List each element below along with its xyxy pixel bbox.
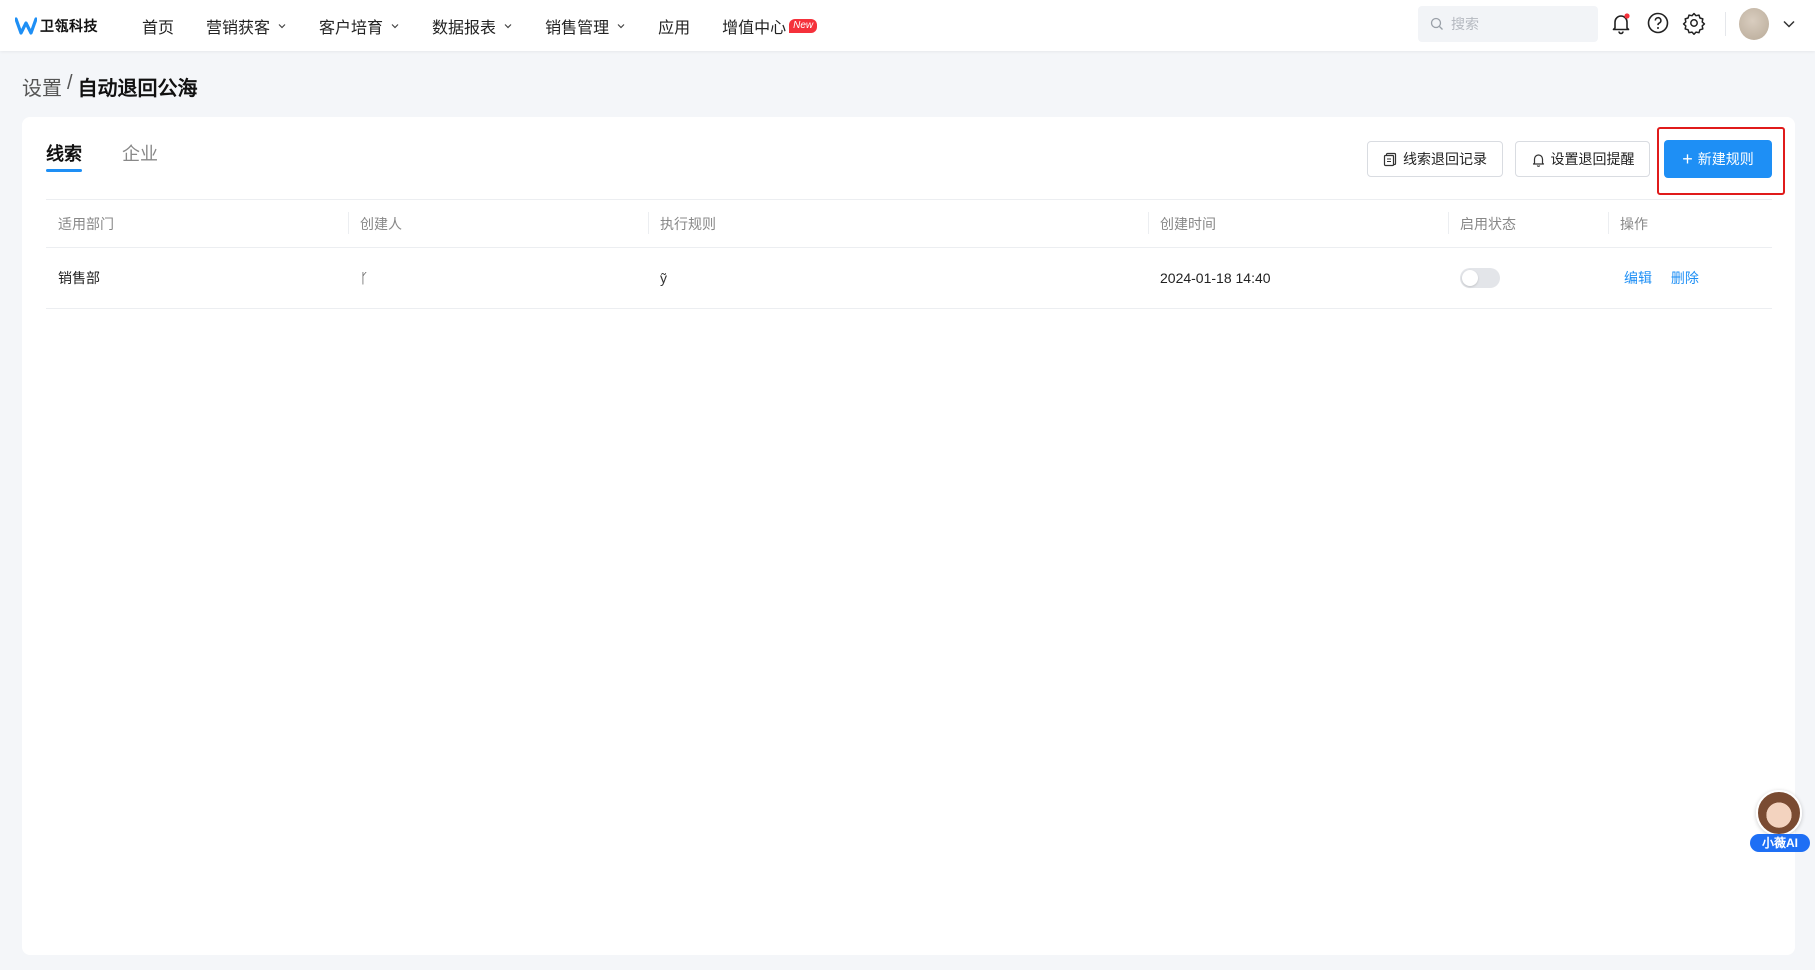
col-header-created-at: 创建时间 [1148,211,1448,234]
logo[interactable]: 卫瓴科技 [15,16,115,36]
nav-item-nurture[interactable]: 客户培育 [319,14,400,38]
assistant-avatar [1756,790,1802,836]
chevron-down-icon[interactable] [1782,17,1796,31]
nav-label: 数据报表 [432,19,497,37]
content-card: 线索 企业 线索退回记录 设置退回提醒 + 新建规则 适用部门 创建人 执行规则… [22,117,1795,955]
col-header-department: 适用部门 [58,215,114,232]
search-box[interactable] [1418,6,1598,42]
return-reminder-button[interactable]: 设置退回提醒 [1515,141,1650,177]
chevron-down-icon [391,23,399,28]
top-navbar: 卫瓴科技 首页 营销获客 客户培育 数据报表 销售管理 应用 增值中心 New [0,0,1815,51]
logo-text: 卫瓴科技 [40,17,98,34]
cell-actions: 编辑 删除 [1608,268,1772,288]
table-row: 销售部 ᚴ ỹ 2024-01-18 14:40 编辑 删除 [46,247,1772,309]
button-label: 线索退回记录 [1403,151,1487,167]
return-records-button[interactable]: 线索退回记录 [1367,141,1503,177]
bell-icon [1532,153,1544,167]
button-label: 设置退回提醒 [1550,151,1635,167]
nav-label: 客户培育 [319,19,384,37]
enable-toggle[interactable] [1460,268,1500,288]
new-badge: New [789,18,818,33]
nav-label: 首页 [142,19,175,37]
tab-bar: 线索 企业 [46,140,198,172]
assistant-label: 小薇AI [1750,834,1810,852]
plus-icon: + [1682,149,1693,169]
cell-department: 销售部 [58,270,100,286]
breadcrumb: 设置 / 自动退回公海 [22,72,198,101]
col-header-creator: 创建人 [348,211,648,234]
bell-icon[interactable] [1609,11,1633,35]
search-icon [1430,17,1443,30]
chevron-down-icon [504,23,512,28]
col-header-status: 启用状态 [1448,211,1608,234]
header-divider [1725,12,1726,36]
new-rule-button[interactable]: + 新建规则 [1664,140,1772,178]
col-header-rule: 执行规则 [648,211,1148,234]
breadcrumb-parent[interactable]: 设置 [22,72,62,101]
nav-item-home[interactable]: 首页 [142,14,174,38]
chevron-down-icon [278,23,286,28]
page-title: 自动退回公海 [77,78,198,100]
cell-status [1448,268,1608,288]
gear-icon[interactable] [1682,11,1706,35]
toggle-knob [1462,270,1478,286]
nav-label: 营销获客 [206,19,271,37]
nav-label: 应用 [658,19,691,37]
avatar[interactable] [1739,8,1769,40]
search-input[interactable] [1451,16,1581,32]
button-label: 新建规则 [1697,151,1754,167]
edit-link[interactable]: 编辑 [1624,270,1652,286]
col-header-actions: 操作 [1608,211,1772,234]
chevron-down-icon [617,23,625,28]
ai-assistant-button[interactable]: 小薇AI [1750,790,1810,854]
help-icon[interactable] [1646,11,1670,35]
nav-label: 增值中心 [722,19,787,37]
nav-item-marketing[interactable]: 营销获客 [206,14,287,38]
cell-creator: ᚴ [360,270,369,286]
rules-table: 适用部门 创建人 执行规则 创建时间 启用状态 操作 销售部 ᚴ ỹ 2024-… [46,199,1772,309]
breadcrumb-separator: / [67,72,73,94]
cell-rule: ỹ [660,270,667,286]
nav-item-apps[interactable]: 应用 [658,14,690,38]
nav-item-reports[interactable]: 数据报表 [432,14,513,38]
logo-icon [15,16,37,35]
tab-enterprise[interactable]: 企业 [122,140,158,172]
delete-link[interactable]: 删除 [1671,270,1699,286]
cell-created-at: 2024-01-18 14:40 [1160,270,1271,286]
nav-item-value-center[interactable]: 增值中心 New [722,14,818,38]
tab-leads[interactable]: 线索 [46,140,82,172]
document-icon [1383,152,1397,166]
nav-label: 销售管理 [545,19,610,37]
table-header: 适用部门 创建人 执行规则 创建时间 启用状态 操作 [46,199,1772,247]
main-nav: 首页 营销获客 客户培育 数据报表 销售管理 应用 增值中心 New [142,0,849,51]
nav-item-sales[interactable]: 销售管理 [545,14,626,38]
